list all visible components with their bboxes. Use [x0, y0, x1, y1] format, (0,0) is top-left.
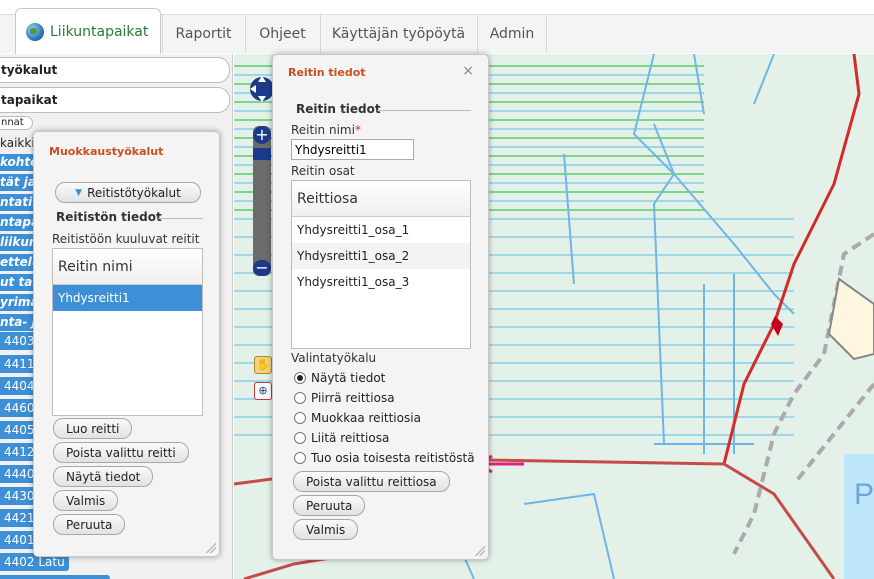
panel-title: Muokkaustyökalut	[49, 145, 164, 158]
radio-label: Tuo osia toisesta reitistöstä	[311, 451, 475, 465]
list-item[interactable]: yrima	[0, 294, 38, 311]
tab-label: Ohjeet	[259, 25, 306, 42]
triangle-down-icon: ▼	[75, 187, 83, 198]
create-route-button[interactable]: Luo reitti	[53, 418, 133, 439]
route-name-input[interactable]	[291, 139, 414, 160]
filter-pill[interactable]: nnat	[0, 116, 33, 130]
tab-kayttajan-tyopoyta[interactable]: Käyttäjän työpöytä	[320, 14, 476, 53]
table-row[interactable]: Yhdysreitti1	[53, 285, 202, 311]
list-item[interactable]: tät ja	[0, 174, 36, 191]
pan-hand-icon[interactable]: ✋	[254, 356, 272, 374]
section-heading: Reitistön tiedot	[56, 210, 162, 224]
radio-label: Näytä tiedot	[311, 371, 386, 385]
list-item[interactable]: nta- ja	[0, 314, 44, 331]
tab-raportit[interactable]: Raportit	[162, 14, 244, 53]
svg-text:−: −	[255, 258, 268, 277]
radio-draw-part[interactable]: Piirrä reittiosa	[294, 391, 395, 405]
route-tools-dropdown[interactable]: ▼ Reitistötyökalut	[55, 182, 201, 203]
table-row[interactable]	[0, 575, 110, 579]
radio-label: Piirrä reittiosa	[311, 391, 395, 405]
route-name-label: Reitin nimi*	[291, 123, 361, 137]
radio-import-parts[interactable]: Tuo osia toisesta reitistöstä	[294, 451, 475, 465]
tab-liikuntapaikat[interactable]: Liikuntapaikat	[15, 8, 161, 54]
list-item[interactable]: kaikki	[0, 135, 35, 152]
list-item[interactable]: ut tal	[0, 274, 36, 291]
table-row[interactable]: Yhdysreitti1_osa_3	[292, 269, 470, 295]
list-item[interactable]: ettelu	[0, 254, 40, 271]
list-item[interactable]: liikunt	[0, 234, 43, 251]
top-navigation: Liikuntapaikat Raportit Ohjeet Käyttäjän…	[0, 0, 874, 54]
section-heading: Reitin tiedot	[296, 102, 381, 116]
show-info-button[interactable]: Näytä tiedot	[53, 466, 154, 487]
radio-show-info[interactable]: Näytä tiedot	[294, 371, 385, 385]
cancel-button[interactable]: Peruuta	[293, 495, 366, 516]
svg-text:+: +	[255, 125, 268, 144]
required-mark: *	[354, 123, 361, 137]
tab-label: Admin	[489, 25, 535, 42]
done-button[interactable]: Valmis	[53, 490, 119, 511]
tools-accordion[interactable]: työkalut	[0, 57, 230, 83]
radio-dot[interactable]	[294, 392, 306, 404]
accordion-label: työkalut	[1, 63, 58, 77]
column-header[interactable]: Reittiosa	[292, 181, 470, 217]
list-item[interactable]: ntapai	[0, 214, 43, 231]
radio-label: Muokkaa reittiosia	[311, 411, 421, 425]
tab-label: Käyttäjän työpöytä	[331, 25, 466, 42]
column-header[interactable]: Reitin nimi	[53, 249, 202, 285]
lake	[844, 454, 874, 579]
radio-label: Liitä reittiosa	[311, 431, 390, 445]
radio-join-part[interactable]: Liitä reittiosa	[294, 431, 389, 445]
routes-label: Reitistöön kuuluvat reitit	[52, 232, 200, 246]
close-icon[interactable]: ×	[462, 63, 474, 79]
accordion-label: tapaikat	[1, 93, 58, 107]
remove-part-button[interactable]: Poista valittu reittiosa	[293, 471, 450, 492]
done-button[interactable]: Valmis	[293, 519, 359, 540]
resize-handle-icon[interactable]	[475, 546, 485, 556]
radio-edit-parts[interactable]: Muokkaa reittiosia	[294, 411, 421, 425]
table-row[interactable]: Yhdysreitti1_osa_2	[292, 243, 470, 269]
tab-ohjeet[interactable]: Ohjeet	[245, 14, 319, 53]
remove-route-button[interactable]: Poista valittu reitti	[53, 442, 189, 463]
divider	[377, 110, 471, 111]
globe-icon	[26, 22, 44, 41]
selection-tool-label: Valintatyökalu	[291, 351, 377, 365]
label-text: Reitin nimi	[291, 123, 355, 137]
radio-dot[interactable]	[294, 452, 306, 464]
route-details-panel: Reitin tiedot × Reitin tiedot Reitin nim…	[272, 54, 489, 560]
list-item[interactable]: ntatila	[0, 194, 44, 211]
cancel-button[interactable]: Peruuta	[53, 514, 126, 535]
resize-handle-icon[interactable]	[206, 543, 216, 553]
table-row[interactable]: Yhdysreitti1_osa_1	[292, 217, 470, 243]
radio-dot[interactable]	[294, 372, 306, 384]
pan-control[interactable]: + −	[250, 64, 274, 287]
dropdown-label: Reitistötyökalut	[87, 185, 181, 200]
radio-dot[interactable]	[294, 432, 306, 444]
places-accordion[interactable]: tapaikat	[0, 87, 230, 113]
radio-dot[interactable]	[294, 412, 306, 424]
zoom-box-icon[interactable]: ⊕	[254, 382, 272, 400]
tab-label: Liikuntapaikat	[50, 23, 149, 40]
panel-title: Reitin tiedot	[288, 66, 366, 79]
editing-tools-panel: Muokkaustyökalut ▼ Reitistötyökalut Reit…	[33, 131, 220, 557]
route-parts-label: Reitin osat	[291, 164, 355, 178]
tab-admin[interactable]: Admin	[477, 14, 547, 53]
divider	[158, 218, 203, 219]
svg-text:P: P	[854, 478, 874, 511]
route-parts-grid[interactable]: Reittiosa Yhdysreitti1_osa_1 Yhdysreitti…	[291, 180, 471, 349]
list-item[interactable]: kohte	[0, 154, 38, 171]
tab-label: Raportit	[175, 25, 232, 42]
routes-grid[interactable]: Reitin nimi Yhdysreitti1	[52, 248, 203, 416]
